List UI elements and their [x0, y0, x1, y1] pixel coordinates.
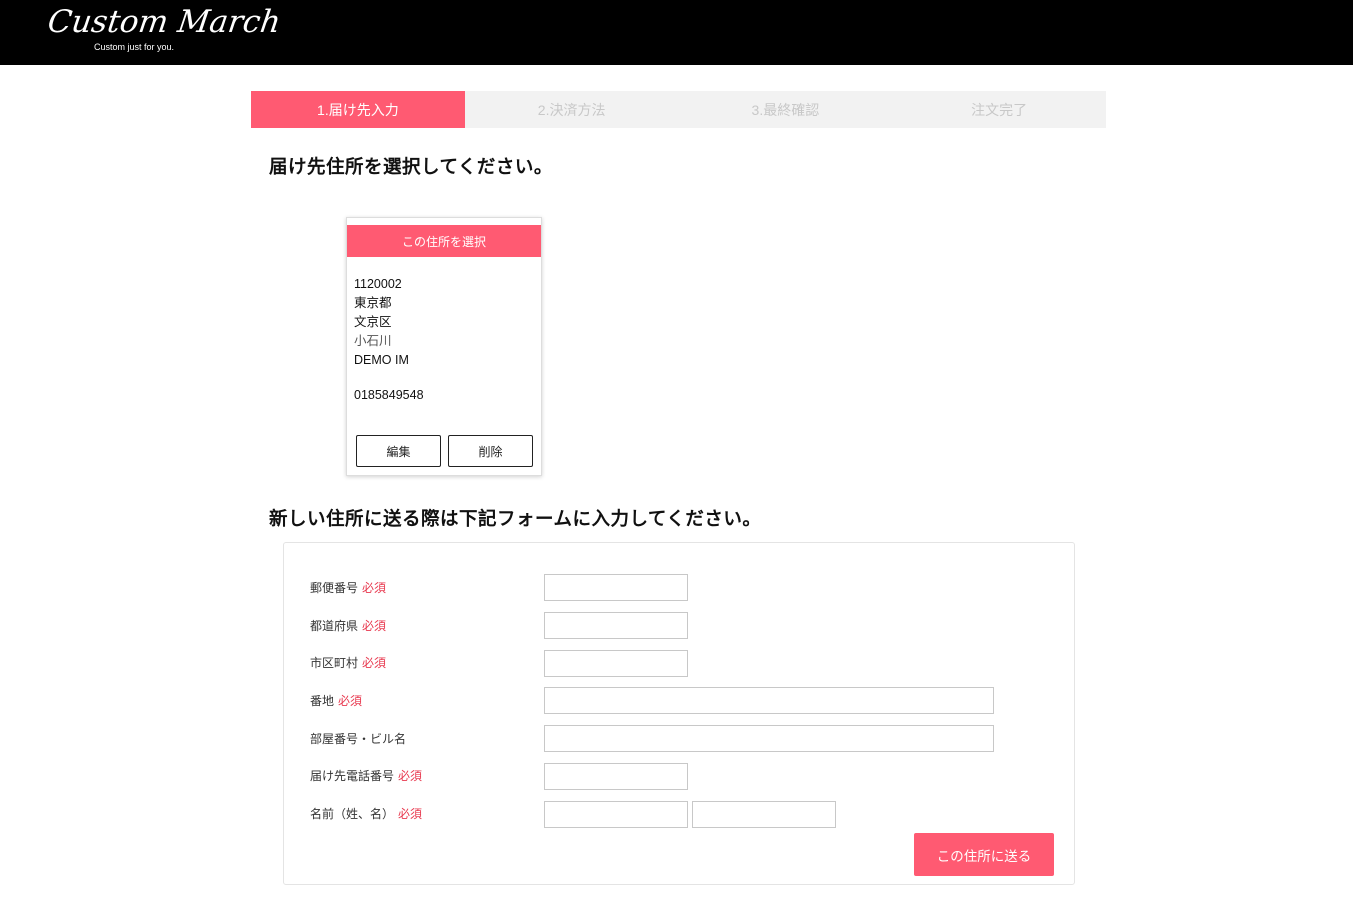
- building-label: 部屋番号・ビル名: [310, 730, 406, 747]
- required-mark: 必須: [362, 581, 387, 595]
- address-name: DEMO IM: [354, 353, 409, 367]
- street-label: 番地 必須: [310, 692, 362, 709]
- street-input[interactable]: [544, 687, 994, 714]
- logo-text: Custom March: [45, 4, 283, 40]
- prefecture-label-text: 都道府県: [310, 619, 359, 633]
- building-input[interactable]: [544, 725, 994, 752]
- send-to-address-button[interactable]: この住所に送る: [914, 833, 1054, 876]
- required-mark: 必須: [398, 807, 423, 821]
- postal-code-label: 郵便番号 必須: [310, 579, 386, 596]
- required-mark: 必須: [362, 656, 387, 670]
- new-address-heading: 新しい住所に送る際は下記フォームに入力してください。: [269, 509, 762, 530]
- address-city: 文京区: [354, 315, 392, 329]
- prefecture-label: 都道府県 必須: [310, 617, 386, 634]
- step-payment: 2.決済方法: [537, 101, 606, 118]
- required-mark: 必須: [398, 769, 423, 783]
- building-label-text: 部屋番号・ビル名: [310, 732, 407, 746]
- select-address-button[interactable]: この住所を選択: [347, 225, 541, 257]
- checkout-steps: 1.届け先入力 2.決済方法 3.最終確認 注文完了: [251, 91, 1106, 128]
- step-shipping: 1.届け先入力: [251, 91, 465, 128]
- phone-label-text: 届け先電話番号: [310, 769, 395, 783]
- phone-input[interactable]: [544, 763, 688, 790]
- address-phone: 0185849548: [354, 388, 424, 402]
- name-label-text: 名前（姓、名）: [310, 807, 395, 821]
- first-name-input[interactable]: [692, 801, 836, 828]
- address-street: 小石川: [354, 334, 392, 348]
- step-confirm: 3.最終確認: [751, 101, 820, 118]
- name-label: 名前（姓、名） 必須: [310, 805, 422, 822]
- postal-code-input[interactable]: [544, 574, 688, 601]
- logo-tagline: Custom just for you.: [94, 42, 175, 52]
- logo[interactable]: Custom March Custom just for you.: [45, 4, 282, 56]
- address-details: 1120002 東京都 文京区 小石川 DEMO IM: [354, 275, 409, 370]
- phone-label: 届け先電話番号 必須: [310, 767, 422, 784]
- prefecture-input[interactable]: [544, 612, 688, 639]
- edit-address-button[interactable]: 編集: [356, 435, 441, 467]
- city-label: 市区町村 必須: [310, 654, 386, 671]
- required-mark: 必須: [338, 694, 363, 708]
- site-header: Custom March Custom just for you.: [0, 0, 1353, 65]
- address-prefecture: 東京都: [354, 296, 392, 310]
- select-address-heading: 届け先住所を選択してください。: [269, 157, 553, 178]
- saved-address-card: この住所を選択 1120002 東京都 文京区 小石川 DEMO IM 0185…: [346, 217, 542, 476]
- address-postal-code: 1120002: [354, 277, 402, 291]
- street-label-text: 番地: [310, 694, 335, 708]
- last-name-input[interactable]: [544, 801, 688, 828]
- postal-code-label-text: 郵便番号: [310, 581, 359, 595]
- city-input[interactable]: [544, 650, 688, 677]
- delete-address-button[interactable]: 削除: [448, 435, 533, 467]
- step-complete: 注文完了: [971, 101, 1028, 118]
- city-label-text: 市区町村: [310, 656, 359, 670]
- new-address-form: 郵便番号 必須 都道府県 必須 市区町村 必須 番地 必須 部屋番号・ビル名 届け先電話…: [283, 542, 1075, 885]
- required-mark: 必須: [362, 619, 387, 633]
